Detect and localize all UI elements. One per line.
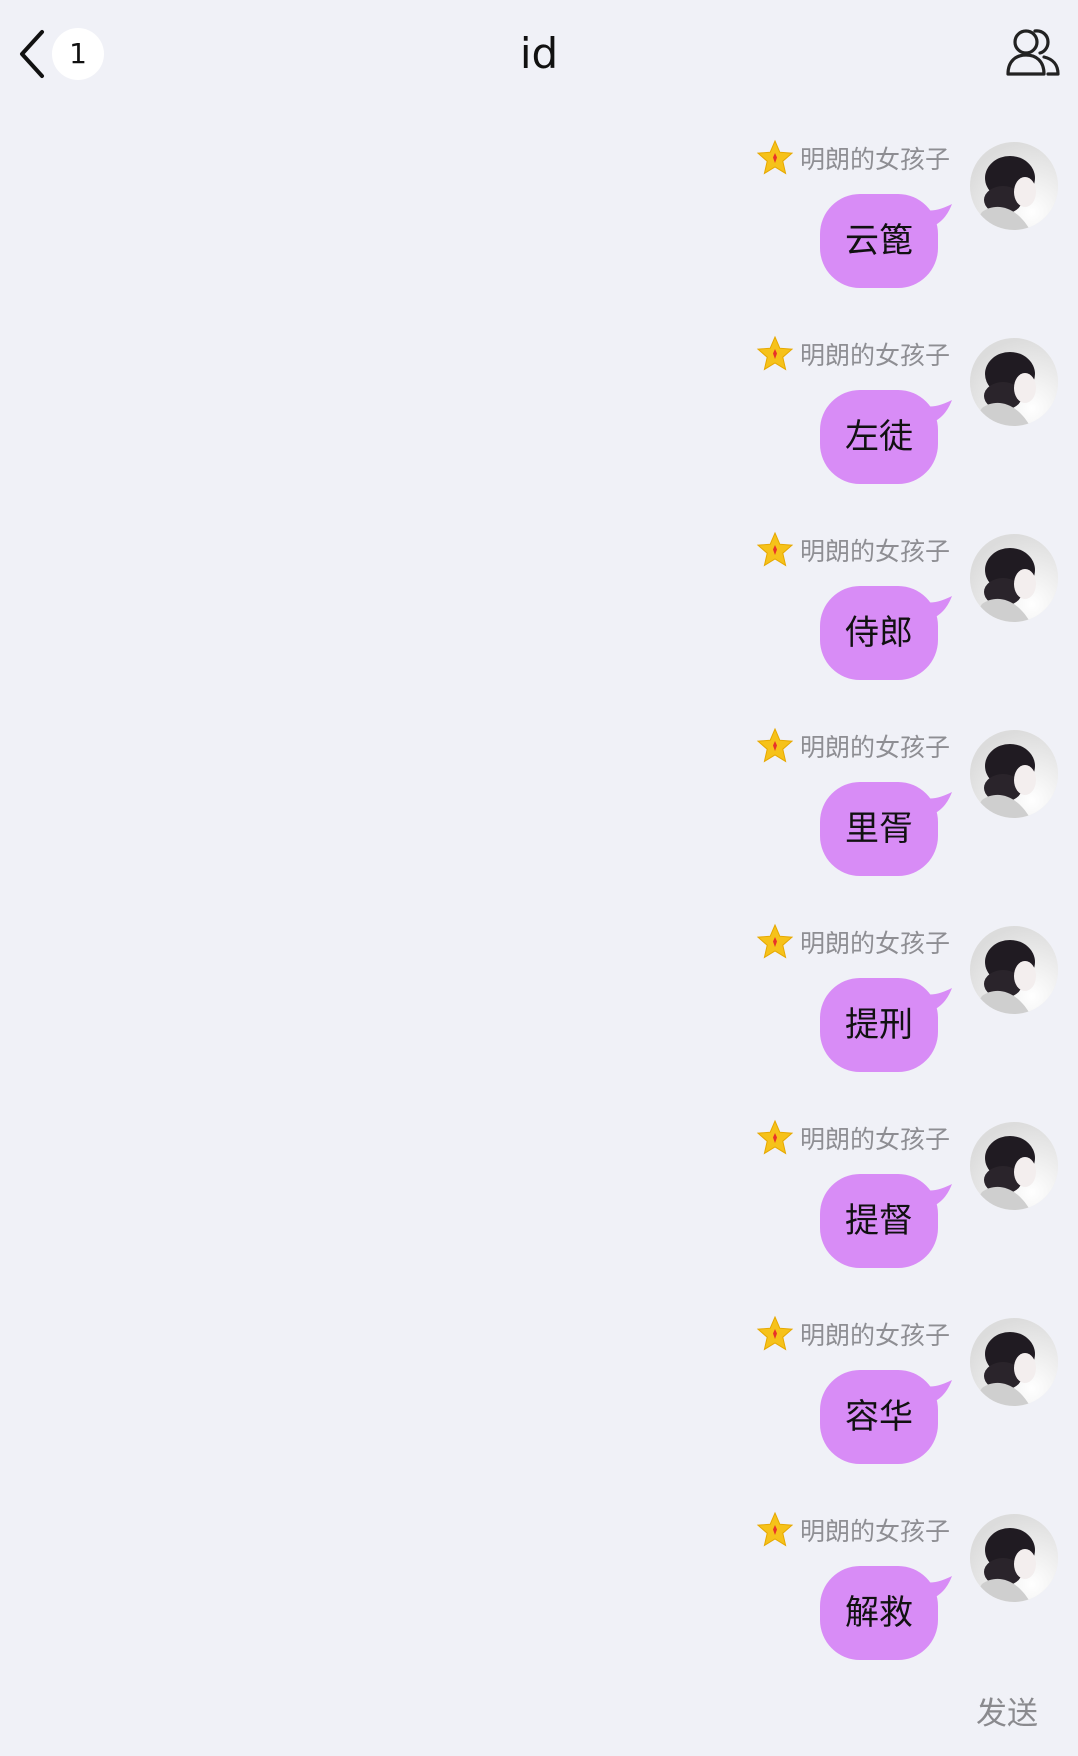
message-text: 侍郎 (845, 613, 913, 653)
sender-line: 明朗的女孩子 (756, 530, 950, 570)
sender-avatar[interactable] (970, 926, 1058, 1014)
sender-nickname[interactable]: 明朗的女孩子 (800, 140, 950, 176)
bubble-tail (924, 204, 952, 228)
sender-line: 明朗的女孩子 (756, 138, 950, 178)
avatar-image (970, 1514, 1058, 1602)
sender-avatar[interactable] (970, 1318, 1058, 1406)
message-row: 明朗的女孩子云篦 (0, 138, 1078, 318)
message-text: 左徒 (845, 417, 913, 457)
avatar-image (970, 338, 1058, 426)
message-text: 解救 (845, 1593, 913, 1633)
star-badge-icon (756, 531, 794, 567)
sender-nickname[interactable]: 明朗的女孩子 (800, 1120, 950, 1156)
star-badge-icon (756, 727, 794, 763)
message-row: 明朗的女孩子里胥 (0, 726, 1078, 906)
star-badge-icon (756, 1511, 794, 1547)
sender-nickname[interactable]: 明朗的女孩子 (800, 924, 950, 960)
star-badge-icon (756, 335, 794, 371)
star-badge-icon (756, 923, 794, 959)
star-badge-icon (756, 1315, 794, 1351)
message-bubble[interactable]: 解救 (820, 1566, 952, 1660)
sender-nickname[interactable]: 明朗的女孩子 (800, 1316, 950, 1352)
message-row: 明朗的女孩子左徒 (0, 334, 1078, 514)
chat-header: 1 id (0, 0, 1078, 110)
sender-line: 明朗的女孩子 (756, 1510, 950, 1550)
message-bubble[interactable]: 侍郎 (820, 586, 952, 680)
sender-line: 明朗的女孩子 (756, 334, 950, 374)
avatar-image (970, 534, 1058, 622)
sender-avatar[interactable] (970, 730, 1058, 818)
send-button[interactable]: 发送 (976, 1688, 1038, 1733)
avatar-image (970, 1122, 1058, 1210)
message-text: 里胥 (845, 809, 913, 849)
message-row: 明朗的女孩子提督 (0, 1118, 1078, 1298)
group-members-icon[interactable] (1002, 22, 1064, 84)
message-bubble[interactable]: 提刑 (820, 978, 952, 1072)
sender-avatar[interactable] (970, 1514, 1058, 1602)
message-row: 明朗的女孩子解救 (0, 1510, 1078, 1690)
sender-line: 明朗的女孩子 (756, 726, 950, 766)
message-bubble[interactable]: 提督 (820, 1174, 952, 1268)
sender-nickname[interactable]: 明朗的女孩子 (800, 1512, 950, 1548)
bubble-tail (924, 1576, 952, 1600)
star-badge-icon (756, 1119, 794, 1155)
message-row: 明朗的女孩子提刑 (0, 922, 1078, 1102)
avatar-image (970, 926, 1058, 1014)
sender-nickname[interactable]: 明朗的女孩子 (800, 728, 950, 764)
sender-nickname[interactable]: 明朗的女孩子 (800, 532, 950, 568)
bubble-tail (924, 1380, 952, 1404)
bubble-tail (924, 1184, 952, 1208)
message-bubble[interactable]: 容华 (820, 1370, 952, 1464)
message-text: 提督 (845, 1201, 913, 1241)
message-text: 容华 (845, 1397, 913, 1437)
message-bubble[interactable]: 里胥 (820, 782, 952, 876)
sender-nickname[interactable]: 明朗的女孩子 (800, 336, 950, 372)
bubble-tail (924, 988, 952, 1012)
bubble-tail (924, 400, 952, 424)
bubble-tail (924, 792, 952, 816)
message-row: 明朗的女孩子侍郎 (0, 530, 1078, 710)
avatar-image (970, 142, 1058, 230)
avatar-image (970, 1318, 1058, 1406)
sender-line: 明朗的女孩子 (756, 1118, 950, 1158)
sender-avatar[interactable] (970, 142, 1058, 230)
message-text: 提刑 (845, 1005, 913, 1045)
sender-avatar[interactable] (970, 338, 1058, 426)
message-text: 云篦 (845, 221, 913, 261)
message-row: 明朗的女孩子容华 (0, 1314, 1078, 1494)
sender-avatar[interactable] (970, 534, 1058, 622)
sender-avatar[interactable] (970, 1122, 1058, 1210)
sender-line: 明朗的女孩子 (756, 922, 950, 962)
message-bubble[interactable]: 左徒 (820, 390, 952, 484)
message-bubble[interactable]: 云篦 (820, 194, 952, 288)
chat-title: id (519, 29, 559, 78)
avatar-image (970, 730, 1058, 818)
star-badge-icon (756, 139, 794, 175)
sender-line: 明朗的女孩子 (756, 1314, 950, 1354)
bubble-tail (924, 596, 952, 620)
